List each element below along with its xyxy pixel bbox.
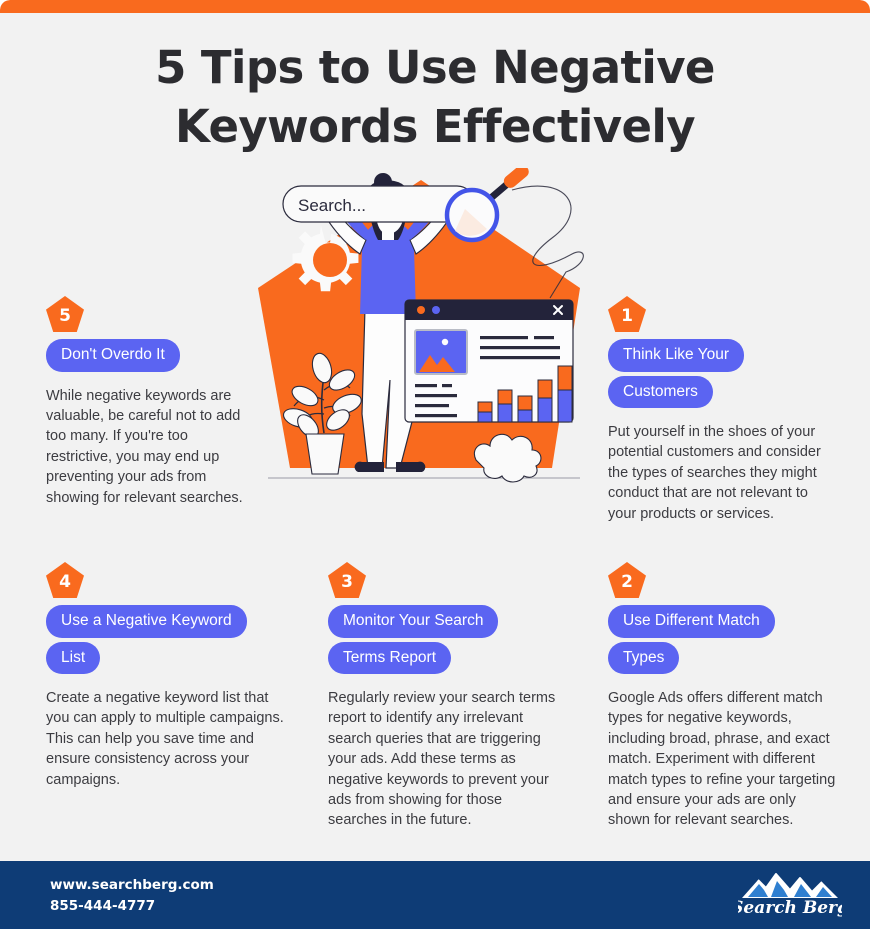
tip-title-4: Use a Negative Keyword List	[46, 605, 284, 674]
tip-body-5: While negative keywords are valuable, be…	[46, 386, 258, 508]
tip-number: 4	[59, 572, 71, 592]
tip-card-2: 2 Use Different Match Types Google Ads o…	[608, 562, 836, 831]
tip-title-pill: Think Like Your	[608, 339, 744, 372]
tip-number-badge-3: 3	[328, 562, 366, 598]
tip-title-pill: Use a Negative Keyword	[46, 605, 247, 638]
tip-title-pill: List	[46, 641, 101, 674]
tip-card-5: 5 Don't Overdo It While negative keyword…	[46, 296, 258, 508]
tip-number: 2	[621, 572, 633, 592]
tip-body-1: Put yourself in the shoes of your potent…	[608, 422, 826, 524]
mountain-logo-icon	[742, 873, 838, 898]
tip-number-badge-2: 2	[608, 562, 646, 598]
tip-card-3: 3 Monitor Your Search Terms Report Regul…	[328, 562, 558, 831]
tip-card-1: 1 Think Like Your Customers Put yourself…	[608, 296, 826, 524]
tip-body-text: Google Ads offers different match types …	[608, 690, 836, 829]
magnifying-glass-icon	[444, 168, 529, 243]
tip-number-badge-4: 4	[46, 562, 84, 598]
tip-title-5: Don't Overdo It	[46, 339, 258, 372]
page-title-line-2: Keywords Effectively	[175, 100, 696, 153]
tip-title-pill: Monitor Your Search	[328, 605, 499, 638]
tip-title-1: Think Like Your Customers	[608, 339, 826, 408]
browser-window-mockup	[404, 299, 574, 423]
tip-title-pill: Terms Report	[328, 641, 452, 674]
tip-title-pill: Use Different Match	[608, 605, 775, 638]
tip-number-badge-1: 1	[608, 296, 646, 332]
footer-bar: www.searchberg.com 855-444-4777 Search B…	[0, 861, 870, 929]
tip-body-text: Regularly review your search terms repor…	[328, 690, 556, 829]
tip-title-2: Use Different Match Types	[608, 605, 836, 674]
footer-phone[interactable]: 855-444-4777	[50, 896, 214, 917]
hero-illustration: Search...	[250, 168, 592, 494]
tip-body-3: Regularly review your search terms repor…	[328, 688, 558, 831]
tip-number: 5	[59, 306, 71, 326]
logo-wordmark: Search Berg	[738, 898, 842, 918]
tip-body-text: Put yourself in the shoes of your potent…	[608, 424, 821, 522]
tip-number-badge-5: 5	[46, 296, 84, 332]
tip-body-text: Create a negative keyword list that you …	[46, 690, 284, 788]
tip-title-pill: Types	[608, 641, 680, 674]
tip-number: 3	[341, 572, 353, 592]
tip-body-4: Create a negative keyword list that you …	[46, 688, 284, 790]
tip-title-3: Monitor Your Search Terms Report	[328, 605, 558, 674]
tip-title-pill: Customers	[608, 375, 713, 408]
tip-card-4: 4 Use a Negative Keyword List Create a n…	[46, 562, 284, 790]
footer-contact: www.searchberg.com 855-444-4777	[50, 875, 214, 917]
page-title-line-1: 5 Tips to Use Negative	[155, 41, 715, 94]
page-title: 5 Tips to Use Negative Keywords Effectiv…	[0, 38, 870, 156]
infographic-page: 5 Tips to Use Negative Keywords Effectiv…	[0, 0, 870, 929]
tip-number: 1	[621, 306, 633, 326]
tip-title-pill: Don't Overdo It	[46, 339, 180, 372]
search-berg-logo[interactable]: Search Berg	[738, 872, 842, 918]
footer-website[interactable]: www.searchberg.com	[50, 875, 214, 896]
search-input-placeholder[interactable]: Search...	[298, 196, 366, 216]
top-accent-bar	[0, 0, 870, 13]
tip-body-text: While negative keywords are valuable, be…	[46, 387, 243, 506]
tip-body-2: Google Ads offers different match types …	[608, 688, 836, 831]
